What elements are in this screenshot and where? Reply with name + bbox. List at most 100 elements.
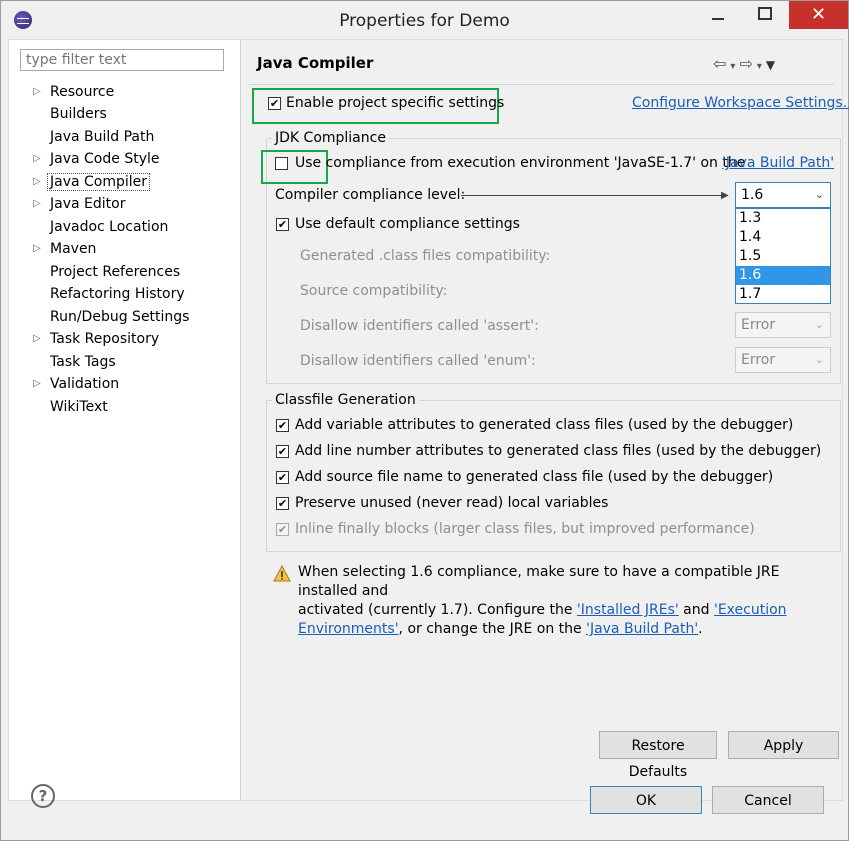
warning-line-2: activated (currently 1.7). Configure the… — [298, 601, 838, 620]
pointer-arrow-icon: ▶ — [721, 190, 729, 201]
warning-text: . — [698, 621, 703, 637]
add-variable-attributes-label: Add variable attributes to generated cla… — [295, 417, 794, 433]
tree-item-run-debug-settings[interactable]: Run/Debug Settings — [50, 306, 189, 328]
minimize-icon — [712, 18, 724, 20]
close-icon: ✕ — [810, 4, 827, 25]
expand-arrow-icon[interactable]: ▷ — [33, 238, 41, 260]
page-title: Java Compiler — [257, 54, 374, 72]
property-tree-pane: ▷ Resource Builders Java Build Path ▷ Ja… — [9, 40, 241, 800]
expand-arrow-icon[interactable]: ▷ — [33, 328, 41, 350]
maximize-button[interactable] — [742, 1, 788, 29]
add-source-file-label: Add source file name to generated class … — [295, 469, 774, 485]
tree-item-java-compiler[interactable]: Java Compiler — [47, 171, 151, 193]
tree-item-refactoring-history[interactable]: Refactoring History — [50, 283, 185, 305]
option-1-4[interactable]: 1.4 — [736, 228, 830, 247]
option-1-7[interactable]: 1.7 — [736, 285, 830, 304]
history-nav: ⇦▾⇨▾▼ — [713, 54, 779, 73]
expand-arrow-icon[interactable]: ▷ — [33, 373, 41, 395]
compliance-level-select[interactable]: 1.6 ⌄ — [735, 182, 831, 208]
inline-finally-checkbox[interactable] — [276, 523, 289, 536]
chevron-down-icon: ⌄ — [814, 353, 824, 366]
pointer-line — [461, 195, 723, 196]
expand-arrow-icon[interactable]: ▷ — [33, 171, 41, 193]
preserve-unused-checkbox[interactable] — [276, 497, 289, 510]
back-arrow-icon[interactable]: ⇦ — [713, 54, 730, 73]
chevron-down-icon[interactable]: ▾ — [757, 61, 766, 72]
tree-item-javadoc-location[interactable]: Javadoc Location — [50, 216, 168, 238]
warning-line-3: Environments', or change the JRE on the … — [298, 620, 838, 639]
warning-text: , or change the JRE on the — [398, 621, 582, 637]
apply-button[interactable]: Apply — [728, 731, 839, 759]
disallow-enum-label: Disallow identifiers called 'enum': — [300, 353, 536, 369]
restore-defaults-button[interactable]: Restore Defaults — [599, 731, 717, 780]
disallow-assert-select[interactable]: Error ⌄ — [735, 312, 831, 338]
execution-environments-link-part1[interactable]: 'Execution — [714, 602, 787, 618]
cancel-button[interactable]: Cancel — [712, 786, 824, 814]
add-line-number-label: Add line number attributes to generated … — [295, 443, 822, 459]
chevron-down-icon: ⌄ — [814, 318, 824, 331]
tree-item-task-repository[interactable]: Task Repository — [50, 328, 159, 350]
compliance-level-value: 1.6 — [741, 187, 764, 203]
chevron-down-icon: ⌄ — [814, 188, 824, 201]
tree-item-java-editor[interactable]: Java Editor — [50, 193, 125, 215]
compliance-warning: When selecting 1.6 compliance, make sure… — [298, 563, 838, 639]
tree-item-label: Java Compiler — [47, 173, 151, 191]
disallow-enum-value: Error — [741, 352, 776, 368]
title-bar: Properties for Demo ✕ — [1, 1, 848, 39]
filter-input[interactable] — [20, 49, 224, 71]
use-default-compliance-checkbox[interactable] — [276, 218, 289, 231]
tree-item-builders[interactable]: Builders — [50, 103, 107, 125]
inline-finally-label: Inline finally blocks (larger class file… — [295, 521, 755, 537]
configure-workspace-link[interactable]: Configure Workspace Settings... — [632, 94, 849, 112]
enable-project-specific-checkbox[interactable] — [268, 97, 281, 110]
disallow-assert-label: Disallow identifiers called 'assert': — [300, 318, 539, 334]
execution-environments-link-part2[interactable]: Environments' — [298, 621, 399, 637]
disallow-enum-select[interactable]: Error ⌄ — [735, 347, 831, 373]
add-line-number-checkbox[interactable] — [276, 445, 289, 458]
use-default-compliance-label: Use default compliance settings — [295, 216, 520, 232]
warning-text: activated (currently 1.7). Configure the — [298, 602, 573, 618]
dialog-content: ▷ Resource Builders Java Build Path ▷ Ja… — [8, 39, 849, 801]
expand-arrow-icon[interactable]: ▷ — [33, 148, 41, 170]
add-variable-attributes-checkbox[interactable] — [276, 419, 289, 432]
tree-item-resource[interactable]: Resource — [50, 81, 114, 103]
forward-arrow-icon[interactable]: ⇨ — [739, 54, 756, 73]
enable-project-specific-label: Enable project specific settings — [286, 95, 505, 111]
properties-window: Properties for Demo ✕ ▷ Resource Builder… — [0, 0, 849, 841]
help-icon[interactable]: ? — [31, 784, 55, 808]
tree-item-task-tags[interactable]: Task Tags — [50, 351, 116, 373]
warning-text: and — [683, 602, 710, 618]
tree-item-validation[interactable]: Validation — [50, 373, 119, 395]
close-button[interactable]: ✕ — [789, 1, 848, 29]
view-menu-icon[interactable]: ▼ — [766, 58, 779, 72]
expand-arrow-icon[interactable]: ▷ — [33, 81, 41, 103]
warning-icon — [273, 565, 291, 582]
option-1-6[interactable]: 1.6 — [736, 266, 830, 285]
add-source-file-checkbox[interactable] — [276, 471, 289, 484]
option-1-5[interactable]: 1.5 — [736, 247, 830, 266]
tree-item-java-code-style[interactable]: Java Code Style — [50, 148, 159, 170]
tree-item-wikitext[interactable]: WikiText — [50, 396, 108, 418]
use-env-compliance-checkbox[interactable] — [275, 157, 288, 170]
generated-class-label: Generated .class files compatibility: — [300, 248, 551, 264]
tree-item-java-build-path[interactable]: Java Build Path — [50, 126, 154, 148]
minimize-button[interactable] — [695, 1, 741, 29]
warning-line-1: When selecting 1.6 compliance, make sure… — [298, 564, 780, 599]
ok-button[interactable]: OK — [590, 786, 702, 814]
java-build-path-link[interactable]: 'Java Build Path' — [722, 154, 834, 172]
preserve-unused-label: Preserve unused (never read) local varia… — [295, 495, 609, 511]
use-env-compliance-label: Use compliance from execution environmen… — [295, 155, 746, 171]
tree-item-maven[interactable]: Maven — [50, 238, 96, 260]
header-separator — [249, 84, 834, 85]
compliance-level-label: Compiler compliance level: — [275, 187, 466, 203]
installed-jres-link[interactable]: 'Installed JREs' — [577, 602, 679, 618]
java-build-path-warning-link[interactable]: 'Java Build Path' — [586, 621, 698, 637]
compliance-level-dropdown: 1.3 1.4 1.5 1.6 1.7 — [735, 208, 831, 304]
disallow-assert-value: Error — [741, 317, 776, 333]
maximize-icon — [758, 7, 772, 20]
jdk-compliance-title: JDK Compliance — [272, 129, 389, 147]
tree-item-project-references[interactable]: Project References — [50, 261, 180, 283]
option-1-3[interactable]: 1.3 — [736, 209, 830, 228]
expand-arrow-icon[interactable]: ▷ — [33, 193, 41, 215]
source-compat-label: Source compatibility: — [300, 283, 448, 299]
